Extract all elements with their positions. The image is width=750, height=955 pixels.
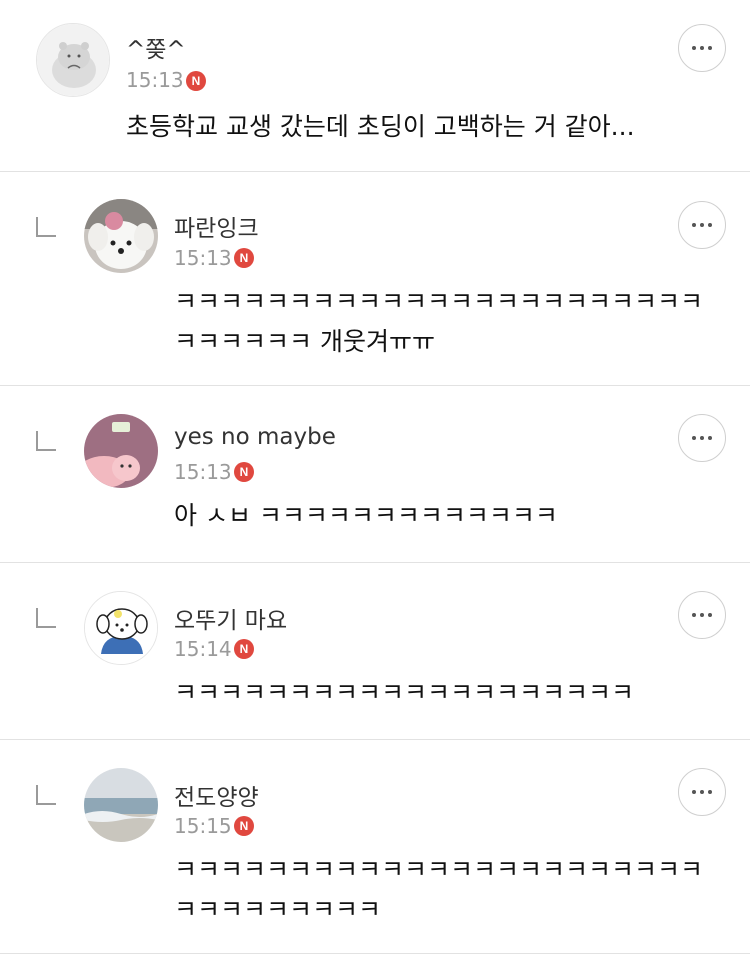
pig-avatar-icon [84, 414, 158, 488]
comment-text: ㅋㅋㅋㅋㅋㅋ 개웃겨ㅠㅠ [174, 327, 435, 356]
new-badge: N [186, 71, 206, 91]
comment-text: ㅋㅋㅋㅋㅋㅋㅋㅋㅋ [174, 895, 382, 924]
more-options-button[interactable] [678, 768, 726, 816]
comment-time: 15:15 [174, 814, 232, 838]
reply-item: yes no maybe 15:13 N 아 ㅅㅂ ㅋㅋㅋㅋㅋㅋㅋㅋㅋㅋㅋㅋㅋ [0, 386, 750, 563]
dot-icon [692, 223, 696, 227]
more-options-button[interactable] [678, 201, 726, 249]
reply-item: 파란잉크 15:13 N ㅋㅋㅋㅋㅋㅋㅋㅋㅋㅋㅋㅋㅋㅋㅋㅋㅋㅋㅋㅋㅋㅋㅋ ㅋㅋㅋ… [0, 172, 750, 386]
comment-author[interactable]: yes no maybe [174, 424, 336, 450]
dot-icon [700, 436, 704, 440]
dot-icon [692, 613, 696, 617]
user-avatar[interactable] [84, 199, 158, 273]
comment-time: 15:13 [174, 246, 232, 270]
user-avatar[interactable] [84, 414, 158, 488]
comment-author[interactable]: ^쫒^ [126, 30, 186, 64]
dot-icon [708, 436, 712, 440]
comment-text: 아 ㅅㅂ ㅋㅋㅋㅋㅋㅋㅋㅋㅋㅋㅋㅋㅋ [174, 501, 558, 530]
dot-icon [692, 436, 696, 440]
dot-icon [692, 46, 696, 50]
reply-arrow-icon [36, 431, 56, 451]
comment-time: 15:13 [174, 460, 232, 484]
cartoon-dog-avatar-icon [85, 592, 157, 664]
reply-arrow-icon [36, 608, 56, 628]
comment-time: 15:13 [126, 68, 184, 92]
sea-avatar-icon [84, 768, 158, 842]
dot-icon [700, 46, 704, 50]
more-options-button[interactable] [678, 414, 726, 462]
new-badge: N [234, 816, 254, 836]
dot-icon [700, 613, 704, 617]
dot-icon [708, 613, 712, 617]
user-avatar[interactable] [36, 23, 110, 97]
comment-text: ㅋㅋㅋㅋㅋㅋㅋㅋㅋㅋㅋㅋㅋㅋㅋㅋㅋㅋㅋㅋ [174, 678, 635, 707]
more-options-button[interactable] [678, 24, 726, 72]
comment-text: ㅋㅋㅋㅋㅋㅋㅋㅋㅋㅋㅋㅋㅋㅋㅋㅋㅋㅋㅋㅋㅋㅋㅋ [174, 287, 704, 316]
dot-icon [700, 223, 704, 227]
comment-item: ^쫒^ 15:13 N 초등학교 교생 갔는데 초딩이 고백하는 거 같아... [0, 0, 750, 172]
dot-icon [708, 790, 712, 794]
comment-text: ㅋㅋㅋㅋㅋㅋㅋㅋㅋㅋㅋㅋㅋㅋㅋㅋㅋㅋㅋㅋㅋㅋㅋ [174, 855, 704, 884]
comment-text: 초등학교 교생 갔는데 초딩이 고백하는 거 같아... [126, 112, 635, 141]
white-dog-avatar-icon [84, 199, 158, 273]
dot-icon [692, 790, 696, 794]
new-badge: N [234, 248, 254, 268]
reply-arrow-icon [36, 217, 56, 237]
new-badge: N [234, 462, 254, 482]
dot-icon [708, 46, 712, 50]
dot-icon [708, 223, 712, 227]
user-avatar[interactable] [84, 591, 158, 665]
comment-time: 15:14 [174, 637, 232, 661]
comment-author[interactable]: 오뚜기 마요 [174, 601, 287, 635]
new-badge: N [234, 639, 254, 659]
dot-icon [700, 790, 704, 794]
hippo-avatar-icon [37, 24, 109, 96]
reply-item: 오뚜기 마요 15:14 N ㅋㅋㅋㅋㅋㅋㅋㅋㅋㅋㅋㅋㅋㅋㅋㅋㅋㅋㅋㅋ [0, 563, 750, 740]
reply-item: 전도양양 15:15 N ㅋㅋㅋㅋㅋㅋㅋㅋㅋㅋㅋㅋㅋㅋㅋㅋㅋㅋㅋㅋㅋㅋㅋ ㅋㅋㅋ… [0, 740, 750, 954]
comment-author[interactable]: 전도양양 [174, 778, 259, 812]
more-options-button[interactable] [678, 591, 726, 639]
user-avatar[interactable] [84, 768, 158, 842]
comment-author[interactable]: 파란잉크 [174, 209, 259, 243]
reply-arrow-icon [36, 785, 56, 805]
